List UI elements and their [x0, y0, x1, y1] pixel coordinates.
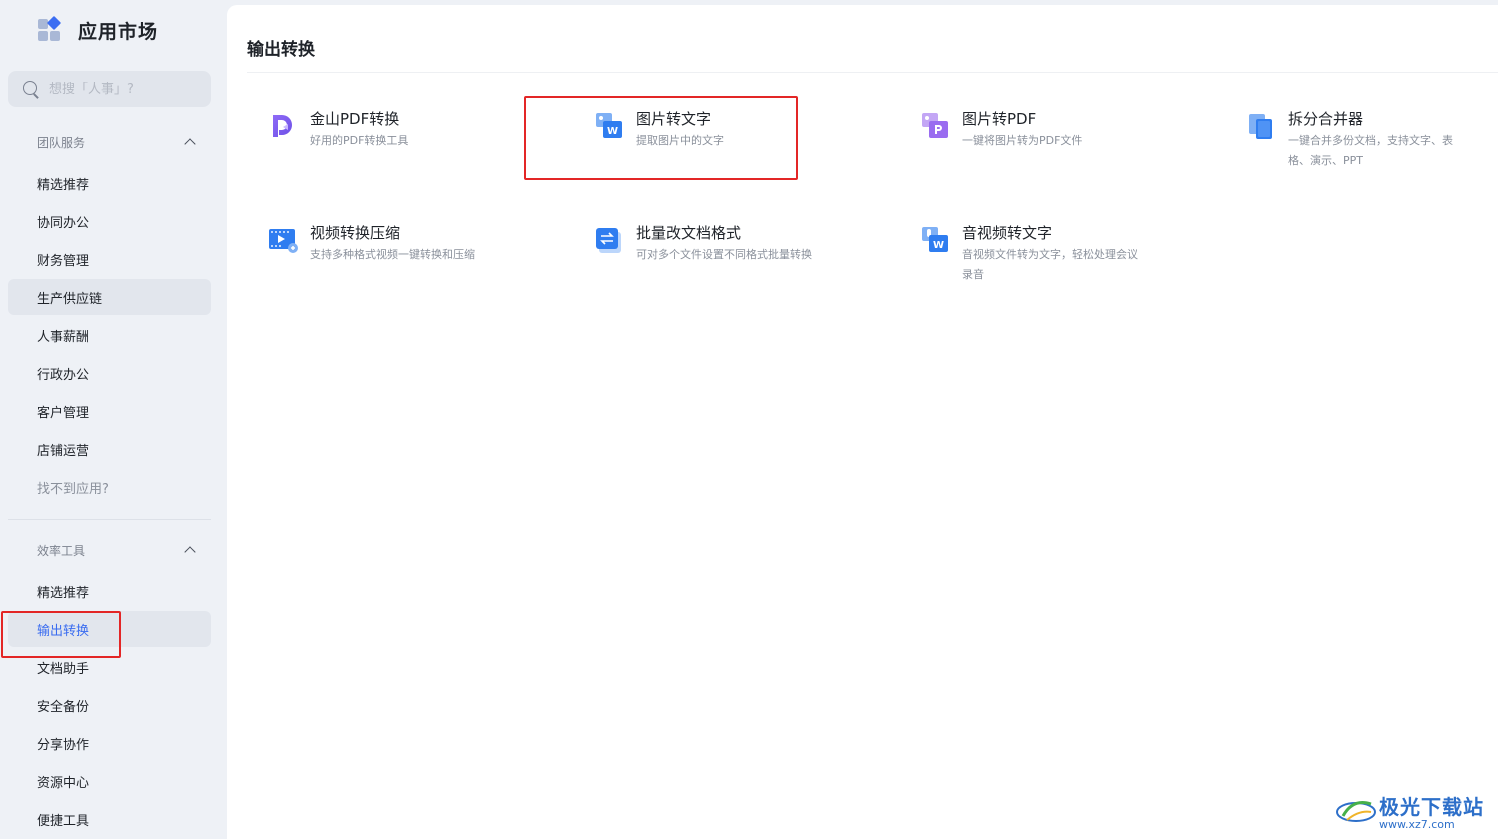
search-input[interactable] [49, 81, 209, 97]
svg-text:W: W [607, 126, 618, 137]
audio-to-text-icon: W [920, 225, 950, 255]
batch-format-icon [594, 225, 624, 255]
tool-card-split-merge[interactable]: 拆分合并器 一键合并多份文档，支持文字、表 格、演示、PPT [1246, 109, 1453, 171]
tool-name: 拆分合并器 [1288, 110, 1364, 128]
video-convert-icon [268, 225, 298, 255]
tool-card-image-to-text[interactable]: W 图片转文字 提取图片中的文字 [594, 109, 724, 151]
tool-name: 图片转文字 [636, 110, 712, 128]
sidebar-item-not-found[interactable]: 找不到应用? [8, 469, 211, 505]
tool-desc: 提取图片中的文字 [636, 134, 724, 147]
sidebar-item-quick-tools[interactable]: 便捷工具 [8, 801, 211, 837]
tool-desc-line: 录音 [962, 268, 984, 281]
sidebar-item-output-convert[interactable]: 输出转换 [8, 611, 211, 647]
chevron-up-icon[interactable] [185, 545, 195, 555]
main-panel: 输出转换 金山PDF转换 好用的PDF转换工具 W 图片转文字 提取图片中的文字… [227, 5, 1498, 839]
group-title: 效率工具 [37, 543, 86, 558]
sidebar-item-doc-assistant[interactable]: 文档助手 [8, 649, 211, 685]
title-divider [247, 72, 1498, 73]
page-title: 输出转换 [247, 40, 315, 60]
tool-desc-line: 音视频文件转为文字，轻松处理会议 [962, 248, 1138, 261]
chevron-up-icon[interactable] [185, 137, 195, 147]
tool-name: 视频转换压缩 [310, 224, 401, 242]
efficiency-tools-header[interactable]: 效率工具 [37, 540, 197, 560]
sidebar-item-customer[interactable]: 客户管理 [8, 393, 211, 429]
team-services-header[interactable]: 团队服务 [37, 132, 197, 152]
sidebar-item-share-collab[interactable]: 分享协作 [8, 725, 211, 761]
group-title: 团队服务 [37, 135, 86, 150]
sidebar-item-store-ops[interactable]: 店铺运营 [8, 431, 211, 467]
aurora-logo-icon [1335, 796, 1377, 826]
tool-name: 图片转PDF [962, 110, 1037, 128]
sidebar-item-collaboration[interactable]: 协同办公 [8, 203, 211, 239]
sidebar-item-resource-center[interactable]: 资源中心 [8, 763, 211, 799]
svg-text:W: W [933, 240, 944, 251]
tool-card-image-to-pdf[interactable]: 图片转PDF 一键将图片转为PDF文件 [920, 109, 1082, 151]
tool-name: 音视频转文字 [962, 224, 1053, 242]
search-icon [23, 80, 40, 98]
tool-desc: 好用的PDF转换工具 [310, 134, 409, 147]
tool-desc: 一键将图片转为PDF文件 [962, 134, 1083, 147]
brand: 应用市场 [38, 15, 159, 44]
tool-card-video-convert[interactable]: 视频转换压缩 支持多种格式视频一键转换和压缩 [268, 223, 475, 265]
image-to-text-icon: W [594, 111, 624, 141]
tool-desc-line: 格、演示、PPT [1288, 154, 1363, 167]
watermark-name: 极光下载站 [1379, 795, 1484, 819]
tool-desc: 音视频文件转为文字，轻松处理会议 录音 [962, 245, 1138, 285]
tool-desc-line: 一键合并多份文档，支持文字、表 [1288, 134, 1453, 147]
tool-card-batch-format[interactable]: 批量改文档格式 可对多个文件设置不同格式批量转换 [594, 223, 812, 265]
sidebar-item-admin-office[interactable]: 行政办公 [8, 355, 211, 391]
pdf-convert-icon [268, 111, 298, 141]
tool-desc: 一键合并多份文档，支持文字、表 格、演示、PPT [1288, 131, 1453, 171]
image-to-pdf-icon [920, 111, 950, 141]
sidebar-item-hr-payroll[interactable]: 人事薪酬 [8, 317, 211, 353]
sidebar-item-finance[interactable]: 财务管理 [8, 241, 211, 277]
app-market-logo-icon [38, 15, 62, 42]
sidebar: 应用市场 团队服务 精选推荐 协同办公 财务管理 生产供应链 人事薪酬 行政办公… [0, 0, 227, 839]
watermark: 极光下载站 www.xz7.com [1335, 791, 1484, 831]
tool-card-audio-to-text[interactable]: W 音视频转文字 音视频文件转为文字，轻松处理会议 录音 [920, 223, 1138, 285]
tool-desc: 支持多种格式视频一键转换和压缩 [310, 248, 475, 261]
sidebar-item-supply-chain[interactable]: 生产供应链 [8, 279, 211, 315]
search-box[interactable] [8, 71, 211, 107]
split-merge-icon [1246, 111, 1276, 141]
tool-name: 批量改文档格式 [636, 224, 742, 242]
sidebar-item-featured[interactable]: 精选推荐 [8, 165, 211, 201]
sidebar-divider [8, 519, 211, 520]
app-title: 应用市场 [78, 20, 159, 43]
tool-name: 金山PDF转换 [310, 110, 400, 128]
sidebar-item-security-backup[interactable]: 安全备份 [8, 687, 211, 723]
tool-desc: 可对多个文件设置不同格式批量转换 [636, 248, 812, 261]
tool-card-pdf-convert[interactable]: 金山PDF转换 好用的PDF转换工具 [268, 109, 408, 151]
sidebar-item-tools-featured[interactable]: 精选推荐 [8, 573, 211, 609]
